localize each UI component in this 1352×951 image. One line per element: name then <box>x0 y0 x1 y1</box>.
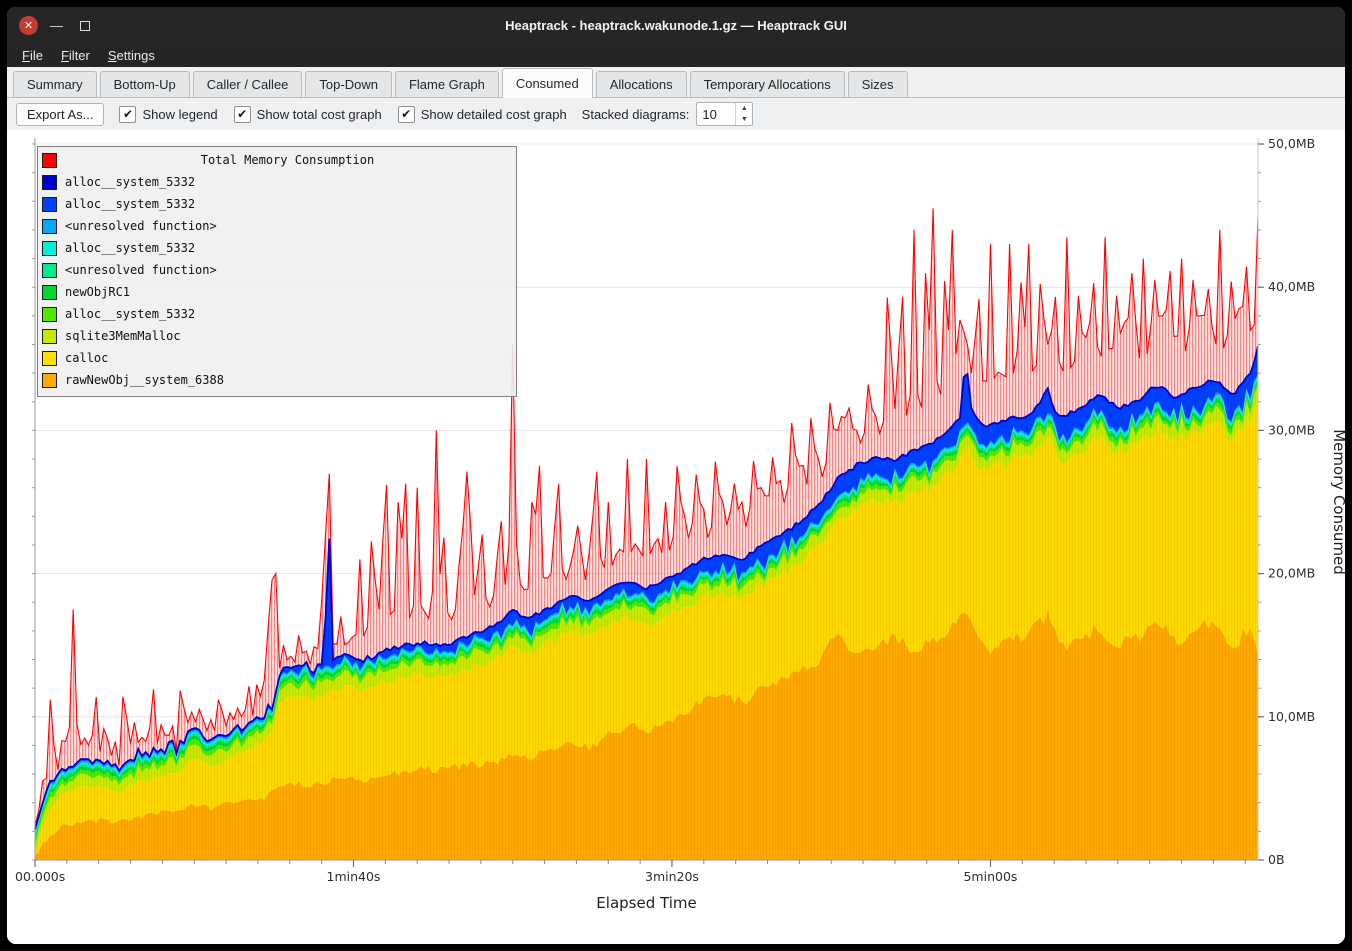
legend-title: Total Memory Consumption <box>65 153 510 167</box>
legend-item: newObjRC1 <box>42 281 510 303</box>
checkbox-show-total-cost-graph[interactable]: ✔ Show total cost graph <box>234 106 382 123</box>
toolbar: Export As... ✔ Show legend ✔ Show total cos… <box>7 98 1345 130</box>
legend-swatch <box>42 329 57 344</box>
svg-text:40,0MB: 40,0MB <box>1268 279 1315 294</box>
maximize-icon <box>80 21 90 31</box>
window-controls: ✕ — <box>19 7 94 44</box>
legend-item: calloc <box>42 347 510 369</box>
svg-text:1min40s: 1min40s <box>327 869 381 884</box>
legend-swatch <box>42 307 57 322</box>
legend-swatch <box>42 153 57 168</box>
legend-swatch <box>42 351 57 366</box>
checkmark-icon: ✔ <box>401 108 411 120</box>
legend-item: rawNewObj__system_6388 <box>42 369 510 391</box>
legend-label: alloc__system_5332 <box>65 241 195 255</box>
checkbox-show-detailed-cost-graph[interactable]: ✔ Show detailed cost graph <box>398 106 567 123</box>
chart-legend: Total Memory Consumption alloc__system_53… <box>37 146 517 397</box>
menubar: FileFilterSettings <box>7 44 1345 67</box>
tab-sizes[interactable]: Sizes <box>848 71 908 97</box>
legend-item: sqlite3MemMalloc <box>42 325 510 347</box>
legend-label: alloc__system_5332 <box>65 197 195 211</box>
legend-swatch <box>42 197 57 212</box>
svg-text:5min00s: 5min00s <box>963 869 1017 884</box>
legend-label: newObjRC1 <box>65 285 130 299</box>
legend-swatch <box>42 263 57 278</box>
close-button[interactable]: ✕ <box>19 16 38 35</box>
maximize-button[interactable] <box>75 16 94 35</box>
legend-title-row: Total Memory Consumption <box>42 149 510 171</box>
legend-label: <unresolved function> <box>65 263 217 277</box>
minimize-button[interactable]: — <box>47 16 66 35</box>
legend-item: alloc__system_5332 <box>42 303 510 325</box>
tab-summary[interactable]: Summary <box>13 71 97 97</box>
svg-text:Memory Consumed: Memory Consumed <box>1330 429 1345 575</box>
legend-item: alloc__system_5332 <box>42 237 510 259</box>
legend-item: <unresolved function> <box>42 259 510 281</box>
legend-label: calloc <box>65 351 108 365</box>
tab-consumed[interactable]: Consumed <box>502 68 593 98</box>
stacked-diagrams-label: Stacked diagrams: <box>582 107 690 122</box>
spinner-arrows: ▲ ▼ <box>735 103 752 125</box>
svg-text:10,0MB: 10,0MB <box>1268 709 1315 724</box>
legend-label: alloc__system_5332 <box>65 175 195 189</box>
legend-swatch <box>42 219 57 234</box>
svg-text:50,0MB: 50,0MB <box>1268 136 1315 151</box>
legend-item: alloc__system_5332 <box>42 171 510 193</box>
checkbox-label: Show total cost graph <box>257 107 382 122</box>
checkbox-label: Show detailed cost graph <box>421 107 567 122</box>
close-icon: ✕ <box>24 19 33 32</box>
checkbox-box[interactable]: ✔ <box>119 106 136 123</box>
legend-label: sqlite3MemMalloc <box>65 329 181 343</box>
tab-temporary-allocations[interactable]: Temporary Allocations <box>690 71 845 97</box>
svg-text:Elapsed Time: Elapsed Time <box>596 894 696 912</box>
spin-down-icon[interactable]: ▼ <box>736 114 752 125</box>
chart-area: 00.000s 1min40s 3min20s 5min00s 0B 10,0MB 20,0… <box>7 130 1345 944</box>
legend-label: rawNewObj__system_6388 <box>65 373 224 387</box>
checkmark-icon: ✔ <box>123 108 133 120</box>
window-title: Heaptrack - heaptrack.wakunode.1.gz — He… <box>7 18 1345 33</box>
legend-swatch <box>42 175 57 190</box>
tab-bar: SummaryBottom-UpCaller / CalleeTop-DownF… <box>7 67 1345 98</box>
svg-text:30,0MB: 30,0MB <box>1268 422 1315 437</box>
spin-up-icon[interactable]: ▲ <box>736 103 752 114</box>
svg-text:3min20s: 3min20s <box>645 869 699 884</box>
menu-settings[interactable]: Settings <box>99 46 164 65</box>
checkbox-box[interactable]: ✔ <box>234 106 251 123</box>
titlebar[interactable]: ✕ — Heaptrack - heaptrack.wakunode.1.gz … <box>7 7 1345 44</box>
checkmark-icon: ✔ <box>237 108 247 120</box>
app-window: ✕ — Heaptrack - heaptrack.wakunode.1.gz … <box>7 7 1345 944</box>
menu-filter[interactable]: Filter <box>52 46 99 65</box>
legend-item: <unresolved function> <box>42 215 510 237</box>
stacked-diagrams-spinbox[interactable]: 10 ▲ ▼ <box>696 102 753 126</box>
legend-swatch <box>42 285 57 300</box>
stacked-diagrams-value[interactable]: 10 <box>697 103 735 125</box>
tab-flame-graph[interactable]: Flame Graph <box>395 71 499 97</box>
stacked-diagrams-control: Stacked diagrams: 10 ▲ ▼ <box>582 102 754 126</box>
checkbox-show-legend[interactable]: ✔ Show legend <box>119 106 217 123</box>
tab-top-down[interactable]: Top-Down <box>305 71 392 97</box>
svg-text:00.000s: 00.000s <box>15 869 65 884</box>
checkbox-label: Show legend <box>142 107 217 122</box>
checkbox-group: ✔ Show legend ✔ Show total cost graph ✔ Show … <box>119 106 566 123</box>
legend-swatch <box>42 373 57 388</box>
legend-label: <unresolved function> <box>65 219 217 233</box>
export-as-button[interactable]: Export As... <box>16 103 104 126</box>
minimize-icon: — <box>50 18 63 33</box>
legend-label: alloc__system_5332 <box>65 307 195 321</box>
legend-item: alloc__system_5332 <box>42 193 510 215</box>
checkbox-box[interactable]: ✔ <box>398 106 415 123</box>
tab-bottom-up[interactable]: Bottom-Up <box>100 71 190 97</box>
svg-text:0B: 0B <box>1268 852 1285 867</box>
legend-swatch <box>42 241 57 256</box>
tab-allocations[interactable]: Allocations <box>596 71 687 97</box>
menu-file[interactable]: File <box>13 46 52 65</box>
svg-text:20,0MB: 20,0MB <box>1268 566 1315 581</box>
tab-caller-callee[interactable]: Caller / Callee <box>193 71 303 97</box>
